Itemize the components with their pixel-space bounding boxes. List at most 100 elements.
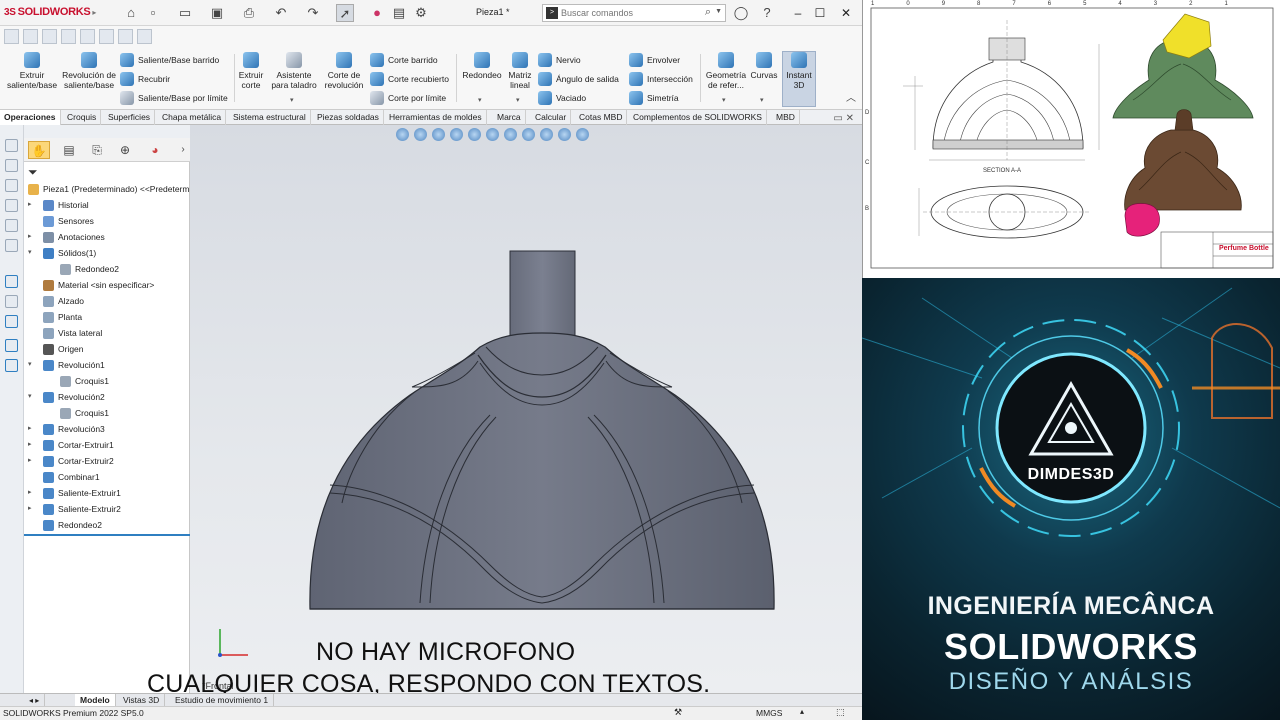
- sidebar-tool-icon[interactable]: [5, 219, 18, 232]
- command-search-box[interactable]: > ⌕ ▼: [542, 4, 726, 22]
- chevron-down-icon[interactable]: ▾: [28, 389, 32, 405]
- tab-sistema-estructural[interactable]: Sistema estructural: [229, 110, 311, 125]
- search-icon[interactable]: ⌕: [705, 6, 711, 19]
- chevron-right-icon[interactable]: ▸: [28, 197, 32, 213]
- tab-herramientas-moldes[interactable]: Herramientas de moldes: [385, 110, 487, 125]
- new-document-icon[interactable]: ▫: [144, 4, 162, 22]
- boundary-boss-button[interactable]: Saliente/Base por límite: [120, 90, 228, 106]
- loft-button[interactable]: Recubrir: [120, 71, 170, 87]
- extrude-cut-button[interactable]: Extruir corte: [236, 52, 266, 90]
- tab-chapa-metalica[interactable]: Chapa metálica: [158, 110, 227, 125]
- collapse-ribbon-icon[interactable]: ︿: [842, 90, 860, 108]
- print-icon[interactable]: ⎙: [240, 4, 258, 22]
- sidebar-tool-icon[interactable]: [5, 139, 18, 152]
- spline-tool-icon[interactable]: [118, 29, 133, 44]
- tab-operaciones[interactable]: Operaciones: [0, 110, 61, 125]
- wrap-button[interactable]: Envolver: [629, 52, 680, 68]
- property-manager-tab-icon[interactable]: ▤: [58, 141, 80, 159]
- chevron-right-icon[interactable]: ▸: [28, 437, 32, 453]
- tab-complementos[interactable]: Complementos de SOLIDWORKS: [629, 110, 767, 125]
- chevron-down-icon[interactable]: ▾: [28, 357, 32, 373]
- command-search-input[interactable]: [561, 6, 701, 20]
- chevron-down-icon[interactable]: ▾: [516, 96, 520, 104]
- chevron-right-icon[interactable]: ▸: [28, 421, 32, 437]
- instant3d-button[interactable]: Instant 3D: [782, 52, 816, 90]
- tab-piezas-soldadas[interactable]: Piezas soldadas: [313, 110, 384, 125]
- sidebar-tool-icon[interactable]: [5, 359, 18, 372]
- display-manager-tab-icon[interactable]: ◕: [144, 141, 166, 159]
- chevron-right-icon[interactable]: ▸: [28, 453, 32, 469]
- arc-tool-icon[interactable]: [99, 29, 114, 44]
- line-tool-icon[interactable]: [42, 29, 57, 44]
- extrude-boss-button[interactable]: Extruir saliente/base: [4, 52, 60, 90]
- boundary-cut-button[interactable]: Corte por límite: [370, 90, 446, 106]
- customize-status-icon[interactable]: ⬚: [836, 707, 845, 718]
- rollback-bar[interactable]: [24, 534, 190, 536]
- rebuild-status-icon[interactable]: ⚒: [674, 707, 682, 718]
- chevron-right-icon[interactable]: ▸: [28, 501, 32, 517]
- chevron-down-icon[interactable]: ▾: [290, 96, 294, 104]
- perfume-bottle-model[interactable]: [190, 125, 862, 693]
- intersect-button[interactable]: Intersección: [629, 71, 693, 87]
- chevron-right-icon[interactable]: ▸: [28, 229, 32, 245]
- open-folder-icon[interactable]: ▭: [176, 4, 194, 22]
- traffic-light-icon[interactable]: ●: [368, 4, 386, 22]
- dimxpert-tab-icon[interactable]: ⊕: [114, 141, 136, 159]
- draft-button[interactable]: Ángulo de salida: [538, 71, 619, 87]
- tab-superficies[interactable]: Superficies: [104, 110, 156, 125]
- rib-button[interactable]: Nervio: [538, 52, 581, 68]
- solidworks-logo[interactable]: 3S SOLIDWORKS ▸: [4, 6, 96, 18]
- tab-croquis[interactable]: Croquis: [63, 110, 102, 125]
- chevron-down-icon[interactable]: ▾: [722, 96, 726, 104]
- sidebar-tool-icon[interactable]: [5, 239, 18, 252]
- tab-cotas-mbd[interactable]: Cotas MBD: [575, 110, 628, 125]
- sidebar-tool-icon[interactable]: [5, 159, 18, 172]
- sidebar-tool-icon[interactable]: [5, 339, 18, 352]
- curves-button[interactable]: Curvas: [750, 52, 778, 80]
- reference-geometry-button[interactable]: Geometría de refer...: [704, 52, 748, 90]
- close-button[interactable]: ✕: [836, 3, 856, 23]
- file-properties-icon[interactable]: ▤: [390, 4, 408, 22]
- undo-icon[interactable]: ↶: [272, 4, 290, 22]
- mirror-button[interactable]: Simetría: [629, 90, 679, 106]
- help-icon[interactable]: ?: [758, 4, 776, 22]
- revolve-boss-button[interactable]: Revolución de saliente/base: [62, 52, 116, 90]
- sidebar-tool-icon[interactable]: [5, 179, 18, 192]
- swept-cut-button[interactable]: Corte barrido: [370, 52, 438, 68]
- chevron-down-icon[interactable]: ▼: [715, 8, 722, 15]
- tab-mbd[interactable]: MBD: [772, 110, 800, 125]
- chevron-down-icon[interactable]: ▾: [478, 96, 482, 104]
- filter-icon[interactable]: ⏷: [28, 165, 38, 180]
- options-gear-icon[interactable]: ⚙: [412, 4, 430, 22]
- chevron-right-icon[interactable]: ▸: [28, 485, 32, 501]
- shell-button[interactable]: Vaciado: [538, 90, 586, 106]
- hole-wizard-button[interactable]: Asistente para taladro: [268, 52, 320, 90]
- home-icon[interactable]: ⌂: [122, 4, 140, 22]
- feature-tree-tab-icon[interactable]: ✋: [28, 141, 50, 159]
- chevron-down-icon[interactable]: ▾: [28, 245, 32, 261]
- redo-icon[interactable]: ↷: [304, 4, 322, 22]
- lofted-cut-button[interactable]: Corte recubierto: [370, 71, 449, 87]
- save-icon[interactable]: ▣: [208, 4, 226, 22]
- tab-marca[interactable]: Marca: [493, 110, 526, 125]
- rectangle-tool-icon[interactable]: [61, 29, 76, 44]
- sidebar-tool-icon[interactable]: [5, 199, 18, 212]
- graphics-viewport[interactable]: ▭ ✕ *Frontal: [190, 113, 862, 693]
- smart-dimension-icon[interactable]: [23, 29, 38, 44]
- linear-pattern-button[interactable]: Matriz lineal: [506, 52, 534, 90]
- sidebar-tool-icon[interactable]: [5, 275, 18, 288]
- revolve-cut-button[interactable]: Corte de revolución: [322, 52, 366, 90]
- fillet-button[interactable]: Redondeo: [460, 52, 504, 80]
- sidebar-tool-icon[interactable]: [5, 295, 18, 308]
- user-account-icon[interactable]: ◯: [732, 4, 750, 22]
- chevron-down-icon[interactable]: ▾: [760, 96, 764, 104]
- tab-calcular[interactable]: Calcular: [531, 110, 572, 125]
- configuration-manager-tab-icon[interactable]: ⎘: [86, 141, 108, 159]
- chevron-up-icon[interactable]: ▴: [800, 707, 804, 716]
- select-cursor-icon[interactable]: ➚: [336, 4, 354, 22]
- circle-tool-icon[interactable]: [80, 29, 95, 44]
- trim-tool-icon[interactable]: [137, 29, 152, 44]
- minimize-button[interactable]: –: [788, 3, 808, 23]
- swept-boss-button[interactable]: Saliente/Base barrido: [120, 52, 219, 68]
- unit-system[interactable]: MMGS: [756, 708, 782, 718]
